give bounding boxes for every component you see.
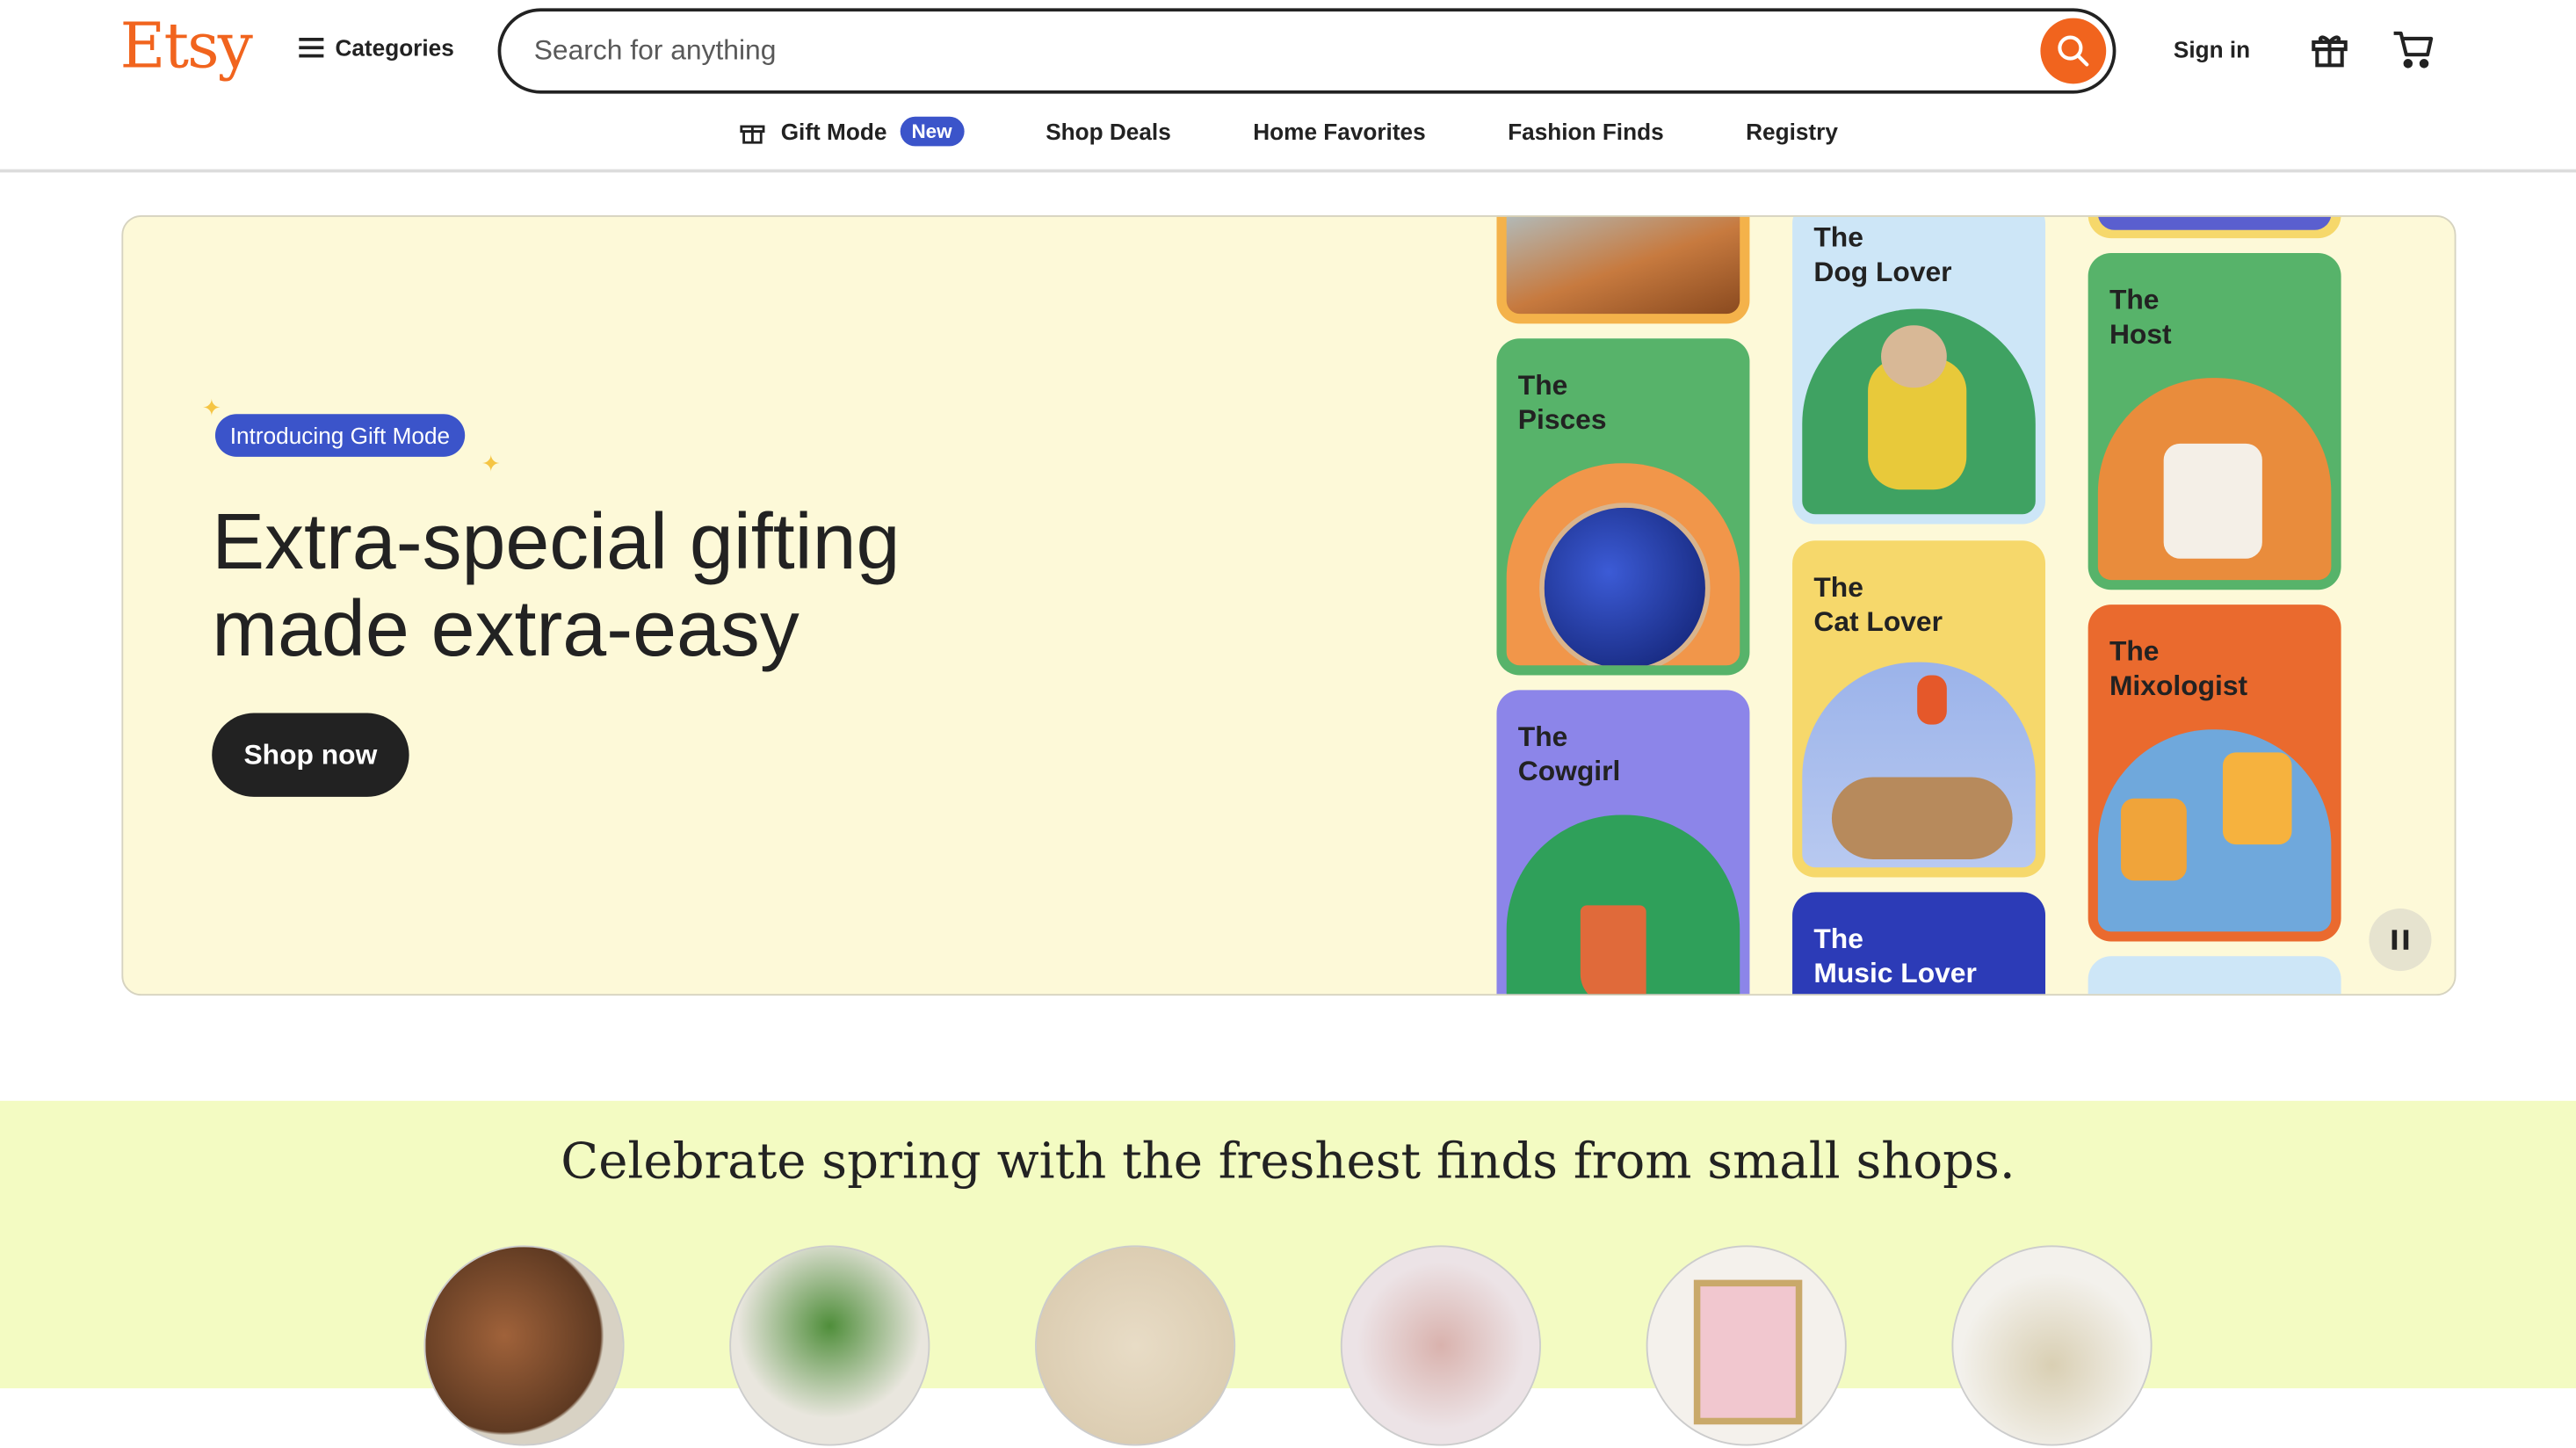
gift-icon: [740, 125, 765, 144]
tile-title: The Host: [2109, 284, 2172, 351]
hero-banner: ✦ Introducing Gift Mode ✦ Extra-special …: [121, 214, 2457, 996]
hero-headline-line2: made extra-easy: [212, 586, 800, 674]
shop-now-button[interactable]: Shop now: [212, 713, 409, 797]
intro-badge: Introducing Gift Mode: [214, 414, 465, 457]
cowgirl-image: [1506, 814, 1740, 995]
category-circle-wall-art[interactable]: [1646, 1245, 1847, 1446]
gift-tile-pisces[interactable]: The Pisces: [1496, 338, 1750, 676]
category-circle-bag[interactable]: [1951, 1245, 2153, 1446]
gift-tile-cat-lover[interactable]: The Cat Lover: [1792, 540, 2046, 878]
new-badge: New: [900, 116, 964, 147]
menu-icon: [299, 38, 324, 58]
search-button[interactable]: [2040, 18, 2107, 84]
category-circle-leather[interactable]: [423, 1245, 625, 1446]
nav-shop-deals[interactable]: Shop Deals: [1004, 115, 1212, 148]
nav-label: Registry: [1746, 118, 1838, 145]
nav-label: Shop Deals: [1046, 118, 1171, 145]
search-bar: [497, 8, 2117, 94]
tile-title: The Cat Lover: [1813, 571, 1943, 638]
tile-title: The Cowgirl: [1517, 720, 1621, 787]
spring-title: Celebrate spring with the freshest finds…: [561, 1133, 2015, 1191]
sparkle-icon: ✦: [201, 394, 221, 421]
cart-icon[interactable]: [2391, 28, 2436, 79]
tile-image: [2097, 216, 2332, 230]
nav-label: Fashion Finds: [1508, 118, 1664, 145]
categories-button[interactable]: Categories: [299, 34, 454, 62]
nav-label: Gift Mode: [780, 118, 887, 145]
search-icon: [2058, 35, 2089, 67]
hero-headline-line1: Extra-special gifting: [212, 499, 901, 587]
categories-label: Categories: [335, 34, 454, 62]
etsy-logo[interactable]: Etsy: [120, 10, 253, 82]
category-circle-baby[interactable]: [1035, 1245, 1236, 1446]
tile-title: The Music Lover: [1813, 923, 1977, 989]
gift-tile-cowgirl[interactable]: The Cowgirl: [1496, 690, 1750, 995]
gift-icon[interactable]: [2308, 28, 2351, 79]
pause-button[interactable]: [2369, 909, 2432, 972]
pisces-image: [1506, 463, 1740, 666]
hero-headline: Extra-special gifting made extra-easy: [212, 499, 1066, 673]
pause-icon-bar: [2403, 930, 2409, 950]
header-divider: [0, 169, 2576, 173]
primary-nav: Gift Mode New Shop Deals Home Favorites …: [0, 115, 2576, 148]
tile-title: The Mixologist: [2109, 635, 2248, 702]
nav-fashion-finds[interactable]: Fashion Finds: [1466, 115, 1704, 148]
candle-image: [2097, 378, 2332, 581]
gift-tile-bottom[interactable]: [2088, 956, 2341, 995]
glasses-image: [2097, 729, 2332, 932]
sign-in-link[interactable]: Sign in: [2174, 36, 2250, 62]
category-circle-bunny[interactable]: [1340, 1245, 1541, 1446]
gift-tile-host[interactable]: The Host: [2088, 252, 2341, 590]
gift-tile-dog-lover[interactable]: The Dog Lover: [1792, 216, 2046, 525]
cat-image: [1802, 662, 2036, 868]
dog-image: [1802, 308, 2036, 515]
gift-tile-mixologist[interactable]: The Mixologist: [2088, 605, 2341, 942]
sparkle-icon: ✦: [481, 450, 501, 477]
nav-home-favorites[interactable]: Home Favorites: [1212, 115, 1467, 148]
category-circle-plant[interactable]: [729, 1245, 930, 1446]
search-input[interactable]: [533, 34, 2041, 68]
gift-tile-music-lover[interactable]: The Music Lover: [1792, 892, 2046, 995]
wallet-image: [1506, 216, 1740, 315]
nav-label: Home Favorites: [1253, 118, 1426, 145]
pause-icon: [2391, 930, 2398, 950]
gift-tile-top[interactable]: [2088, 216, 2341, 239]
nav-gift-mode[interactable]: Gift Mode New: [697, 115, 1004, 148]
nav-registry[interactable]: Registry: [1704, 115, 1878, 148]
tile-title: The Dog Lover: [1813, 221, 1952, 288]
gift-tile-wallet[interactable]: [1496, 216, 1750, 324]
tile-title: The Pisces: [1517, 369, 1607, 436]
